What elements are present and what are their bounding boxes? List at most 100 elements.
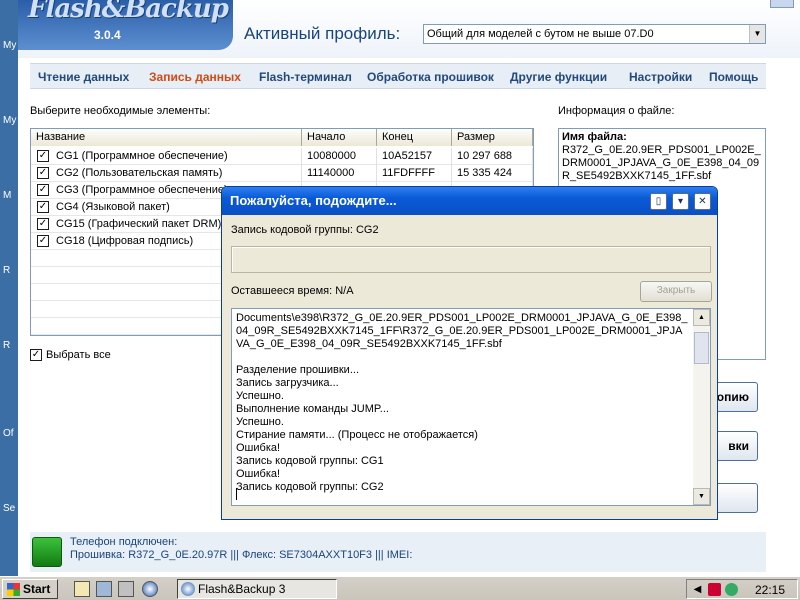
table-row[interactable]: ✓ CG2 (Пользовательская память) 11140000… (31, 165, 533, 182)
log-line: Запись загрузчика... (236, 377, 339, 389)
log-line: Успешно. (236, 390, 284, 402)
app-logo-text: Flash&Backup (28, 0, 229, 24)
menu-item-settings[interactable]: Настройки (629, 70, 692, 84)
log-line: Ошибка! (236, 468, 281, 480)
clock: 22:15 (754, 583, 785, 597)
app-logo: Flash&Backup 3.0.4 (18, 0, 233, 50)
menu-item-firmware[interactable]: Обработка прошивок (367, 70, 494, 84)
desktop-icon-label[interactable]: Of (3, 428, 14, 439)
dialog-close-button[interactable]: Закрыть (640, 281, 712, 302)
close-icon[interactable]: ✕ (694, 193, 711, 210)
desktop-icon-label[interactable]: Se (3, 503, 15, 514)
log-scrollbar[interactable]: ▲ ▼ (693, 309, 710, 505)
settings-side-button-label: вки (728, 439, 749, 453)
row-start: 10080000 (302, 148, 377, 165)
network-icon[interactable] (118, 581, 134, 597)
chevron-down-icon[interactable]: ▼ (749, 25, 765, 43)
log-text: Documents\e398\R372_G_0E.20.9ER_PDS001_L… (236, 312, 688, 494)
notepad-icon[interactable] (74, 581, 90, 597)
row-size: 10 297 688 (452, 148, 533, 165)
menu-item-other[interactable]: Другие функции (510, 70, 607, 84)
current-task: Запись кодовой группы: CG2 (231, 224, 379, 236)
menu-item-read[interactable]: Чтение данных (38, 70, 129, 84)
menu-item-help[interactable]: Помощь (709, 70, 758, 84)
desktop-icon-label[interactable]: My (3, 115, 16, 126)
log-line: Стирание памяти... (Процесс не отображае… (236, 429, 478, 441)
dialog-title: Пожалуйста, подождите... (230, 193, 397, 208)
table-header: Название Начало Конец Размер (31, 129, 533, 146)
row-checkbox[interactable]: ✓ (37, 184, 49, 196)
dialog-titlebar[interactable]: Пожалуйста, подождите... ▯ ▾ ✕ (222, 187, 717, 215)
taskbar-app-button[interactable]: Flash&Backup 3 (177, 579, 337, 599)
menu-item-terminal[interactable]: Flash-терминал (259, 70, 352, 84)
column-header-start[interactable]: Начало (302, 129, 377, 146)
log-line: Разделение прошивки... (236, 364, 359, 376)
log-line: Выполнение команды JUMP... (236, 403, 389, 415)
log-line: Запись кодовой группы: CG1 (236, 455, 384, 467)
show-desktop-icon[interactable] (96, 581, 112, 597)
desktop-icon-label[interactable]: M (3, 190, 11, 201)
row-end: 11FDFFFF (377, 165, 452, 182)
start-label: Start (23, 582, 51, 596)
row-checkbox[interactable]: ✓ (37, 201, 49, 213)
minimize-button[interactable]: ▾ (672, 193, 689, 210)
document-icon[interactable]: ▯ (650, 193, 667, 210)
column-header-size[interactable]: Размер (452, 129, 533, 146)
file-name-value: R372_G_0E.20.9ER_PDS001_LP002E_DRM0001_J… (562, 144, 761, 182)
windows-logo-icon (7, 583, 20, 596)
row-name: CG2 (Пользовательская память) (51, 165, 302, 182)
profile-select-value: Общий для моделей с бутом не выше 07.D0 (427, 28, 654, 40)
volume-icon[interactable]: ◀ (691, 583, 704, 596)
status-icon[interactable] (725, 583, 738, 596)
phone-connected-icon (32, 537, 62, 567)
taskbar: Start Flash&Backup 3 ◀ 22:15 (0, 576, 800, 600)
scroll-up-icon[interactable]: ▲ (693, 309, 710, 326)
progress-bar (231, 246, 711, 273)
log-output[interactable]: Documents\e398\R372_G_0E.20.9ER_PDS001_L… (231, 308, 711, 506)
table-row[interactable]: ✓ CG1 (Программное обеспечение) 10080000… (31, 148, 533, 165)
app-icon (181, 582, 195, 596)
row-checkbox[interactable]: ✓ (37, 167, 49, 179)
window-close-button[interactable] (770, 0, 794, 8)
dialog-close-label: Закрыть (656, 285, 696, 296)
progress-dialog: Пожалуйста, подождите... ▯ ▾ ✕ Запись ко… (221, 186, 718, 520)
firmware-info: Прошивка: R372_G_0E.20.97R ||| Флекс: SE… (70, 549, 413, 561)
profile-label: Активный профиль: (244, 24, 401, 43)
app-header: Flash&Backup 3.0.4 Активный профиль: Общ… (18, 0, 800, 58)
row-size: 15 335 424 (452, 165, 533, 182)
text-caret (236, 488, 237, 500)
select-all-checkbox[interactable]: ✓ (30, 349, 42, 361)
desktop-icon-label[interactable]: R (3, 265, 10, 276)
app-version: 3.0.4 (94, 28, 121, 42)
column-header-name[interactable]: Название (31, 129, 302, 146)
remaining-time: Оставшееся время: N/A (231, 285, 354, 297)
select-elements-label: Выберите необходимые элементы: (30, 105, 211, 117)
browser-icon[interactable] (142, 581, 158, 597)
log-line: Успешно. (236, 416, 284, 428)
row-checkbox[interactable]: ✓ (37, 150, 49, 162)
profile-select[interactable]: Общий для моделей с бутом не выше 07.D0 … (423, 24, 766, 44)
row-checkbox[interactable]: ✓ (37, 235, 49, 247)
select-all-label[interactable]: Выбрать все (46, 349, 111, 361)
menu-item-write[interactable]: Запись данных (149, 70, 241, 84)
copy-button-label: опию (716, 390, 749, 404)
file-name-label: Имя файла: (562, 131, 627, 143)
taskbar-app-label: Flash&Backup 3 (198, 582, 286, 596)
row-end: 10A52157 (377, 148, 452, 165)
phone-status: Телефон подключен: (70, 536, 178, 548)
log-line: Ошибка! (236, 442, 281, 454)
file-info-label: Информация о файле: (558, 105, 675, 117)
start-button[interactable]: Start (2, 579, 58, 599)
desktop-icon-label[interactable]: R (3, 340, 10, 351)
antivirus-icon[interactable] (708, 583, 721, 596)
column-header-end[interactable]: Конец (377, 129, 452, 146)
scroll-thumb[interactable] (694, 332, 709, 364)
main-menu: Чтение данных Запись данных Flash-термин… (30, 63, 766, 89)
row-start: 11140000 (302, 165, 377, 182)
row-name: CG1 (Программное обеспечение) (51, 148, 302, 165)
row-checkbox[interactable]: ✓ (37, 218, 49, 230)
log-path: Documents\e398\R372_G_0E.20.9ER_PDS001_L… (236, 312, 688, 350)
desktop-icon-label[interactable]: My (3, 40, 16, 51)
log-line: Запись кодовой группы: CG2 (236, 481, 384, 493)
scroll-down-icon[interactable]: ▼ (693, 488, 710, 505)
